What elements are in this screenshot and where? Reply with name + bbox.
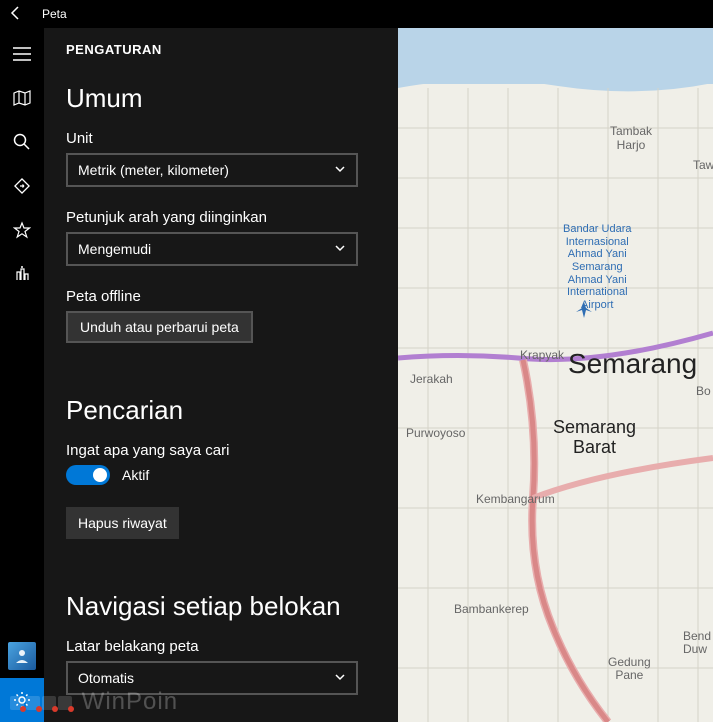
unit-value: Metrik (meter, kilometer) [78,162,229,178]
place-bend: BendDuw [683,630,711,656]
map-bg-value: Otomatis [78,670,134,686]
map-bg-label: Latar belakang peta [66,638,374,655]
place-bo: Bo [696,384,711,398]
unit-label: Unit [66,130,374,147]
place-jerakah: Jerakah [410,372,453,386]
back-button[interactable] [8,5,24,24]
place-bambankerep: Bambankerep [454,602,529,616]
chevron-down-icon [334,162,346,178]
favorites-icon[interactable] [0,208,44,252]
place-kembangarum: Kembangarum [476,492,555,506]
place-semarang: Semarang [568,348,697,380]
sidebar [0,28,44,722]
directions-value: Mengemudi [78,241,151,257]
map-view[interactable]: TambakHarjo Tawa Bandar UdaraInternasion… [398,28,713,722]
place-krapyak: Krapyak [520,348,564,362]
section-general-heading: Umum [66,83,374,114]
hamburger-icon[interactable] [0,32,44,76]
app-title: Peta [42,7,67,21]
search-icon[interactable] [0,120,44,164]
place-airport: Bandar UdaraInternasionalAhmad YaniSemar… [563,223,632,311]
map-icon[interactable] [0,76,44,120]
map-bg-select[interactable]: Otomatis [66,661,358,695]
toggle-state-label: Aktif [122,467,149,483]
place-tawa: Tawa [693,158,713,172]
directions-label: Petunjuk arah yang diinginkan [66,209,374,226]
offline-label: Peta offline [66,288,374,305]
clear-history-button[interactable]: Hapus riwayat [66,507,179,539]
place-gedung: GedungPane [608,656,651,682]
chevron-down-icon [334,241,346,257]
titlebar: Peta [0,0,713,28]
chevron-down-icon [334,670,346,686]
directions-icon[interactable] [0,164,44,208]
directions-select[interactable]: Mengemudi [66,232,358,266]
settings-icon[interactable] [0,678,44,722]
section-search-heading: Pencarian [66,395,374,426]
settings-panel: PENGATURAN Umum Unit Metrik (meter, kilo… [44,28,398,722]
place-semarang-barat: SemarangBarat [553,418,636,458]
unit-select[interactable]: Metrik (meter, kilometer) [66,153,358,187]
3d-cities-icon[interactable] [0,252,44,296]
remember-search-label: Ingat apa yang saya cari [66,442,374,459]
account-icon[interactable] [0,634,44,678]
section-nav-heading: Navigasi setiap belokan [66,591,374,622]
place-tambak-harjo: TambakHarjo [610,124,652,152]
download-maps-button[interactable]: Unduh atau perbarui peta [66,311,253,343]
panel-title: PENGATURAN [66,42,374,57]
place-purwoyoso: Purwoyoso [406,426,465,440]
remember-search-toggle[interactable] [66,465,110,485]
